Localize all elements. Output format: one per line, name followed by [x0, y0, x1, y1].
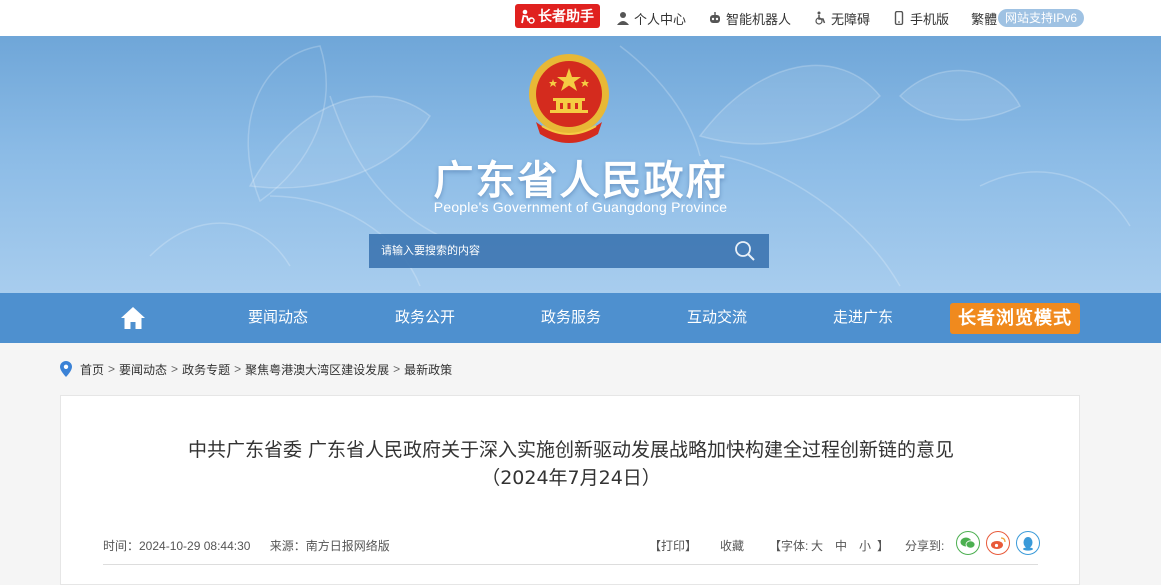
main-navigation: 要闻动态 政务公开 政务服务 互动交流 走进广东 长者浏览模式 [0, 293, 1161, 343]
wechat-share-icon[interactable] [956, 531, 980, 555]
font-small-button[interactable]: 小 [859, 537, 871, 554]
accessibility-link[interactable]: 无障碍 [813, 9, 870, 28]
home-icon[interactable] [120, 306, 146, 330]
personal-center-link[interactable]: 个人中心 [616, 9, 686, 28]
print-button[interactable]: 【打印】 [649, 537, 697, 554]
breadcrumb-separator: > [393, 362, 401, 376]
breadcrumb-news[interactable]: 要闻动态 [119, 361, 167, 378]
wheelchair-icon [815, 11, 826, 25]
breadcrumb-separator: > [234, 362, 242, 376]
mobile-version-label: 手机版 [910, 11, 950, 27]
user-icon [617, 12, 629, 25]
qq-share-icon[interactable] [1016, 531, 1040, 555]
robot-link[interactable]: 智能机器人 [708, 9, 791, 28]
ipv6-badge: 网站支持IPv6 [998, 9, 1085, 27]
robot-label: 智能机器人 [726, 11, 792, 27]
publish-time: 时间：2024-10-29 08:44:30 [103, 539, 251, 553]
search-input[interactable] [369, 234, 721, 268]
location-pin-icon [60, 361, 72, 377]
share-label: 分享到: [905, 539, 945, 553]
weibo-share-icon[interactable] [986, 531, 1010, 555]
breadcrumb-topics[interactable]: 政务专题 [182, 361, 230, 378]
national-emblem-icon [529, 54, 609, 143]
elder-browse-mode-button[interactable]: 长者浏览模式 [950, 303, 1080, 334]
elder-helper-label: 长者助手 [538, 8, 594, 24]
breadcrumb-separator: > [171, 362, 179, 376]
article-card: 中共广东省委 广东省人民政府关于深入实施创新驱动发展战略加快构建全过程创新链的意… [60, 395, 1080, 585]
nav-interaction[interactable]: 互动交流 [687, 293, 747, 343]
meta-divider [103, 564, 1038, 565]
traditional-chinese-label: 繁體 [971, 11, 998, 27]
search-box [369, 234, 769, 268]
article-title-line2: （2024年7月24日） [481, 467, 661, 489]
elder-person-icon [521, 9, 535, 24]
accessibility-label: 无障碍 [831, 11, 871, 27]
breadcrumb-home[interactable]: 首页 [80, 361, 104, 378]
article-source: 来源：南方日报网络版 [269, 539, 390, 553]
nav-government-affairs[interactable]: 政务公开 [395, 293, 455, 343]
traditional-chinese-link[interactable]: 繁體 [971, 9, 997, 28]
nav-about-guangdong[interactable]: 走进广东 [833, 293, 893, 343]
font-large-button[interactable]: 大 [811, 537, 823, 554]
article-title: 中共广东省委 广东省人民政府关于深入实施创新驱动发展战略加快构建全过程创新链的意… [61, 436, 1081, 492]
favorite-button[interactable]: 收藏 [720, 537, 744, 554]
elder-helper-button[interactable]: 长者助手 [515, 4, 600, 28]
font-medium-button[interactable]: 中 [835, 537, 847, 554]
breadcrumb-separator: > [108, 362, 116, 376]
article-meta: 时间：2024-10-29 08:44:30 来源：南方日报网络版 【打印】 收… [103, 530, 1040, 565]
breadcrumb-latest-policy[interactable]: 最新政策 [404, 361, 452, 378]
font-size-bracket: 】 [877, 539, 890, 553]
robot-icon [710, 12, 721, 23]
article-title-line1: 中共广东省委 广东省人民政府关于深入实施创新驱动发展战略加快构建全过程创新链的意… [187, 439, 955, 461]
search-button[interactable] [721, 234, 769, 268]
font-size-label: 【字体: [769, 539, 809, 553]
breadcrumb-greater-bay-area[interactable]: 聚焦粤港澳大湾区建设发展 [245, 361, 389, 378]
mobile-version-link[interactable]: 手机版 [892, 9, 949, 28]
search-icon [735, 241, 755, 261]
nav-news[interactable]: 要闻动态 [248, 293, 308, 343]
government-title: 广东省人民政府 [433, 158, 728, 204]
personal-center-label: 个人中心 [634, 11, 687, 27]
mobile-icon [894, 11, 904, 25]
nav-government-services[interactable]: 政务服务 [541, 293, 601, 343]
header-banner: 广东省人民政府 People's Government of Guangdong… [0, 36, 1161, 293]
government-subtitle: People's Government of Guangdong Provinc… [433, 199, 728, 215]
top-utility-bar: 长者助手 个人中心 智能机器人 无障碍 手机版 繁體 网站支持IPv6 [0, 0, 1161, 36]
breadcrumb: 首页 > 要闻动态 > 政务专题 > 聚焦粤港澳大湾区建设发展 > 最新政策 [60, 358, 452, 380]
